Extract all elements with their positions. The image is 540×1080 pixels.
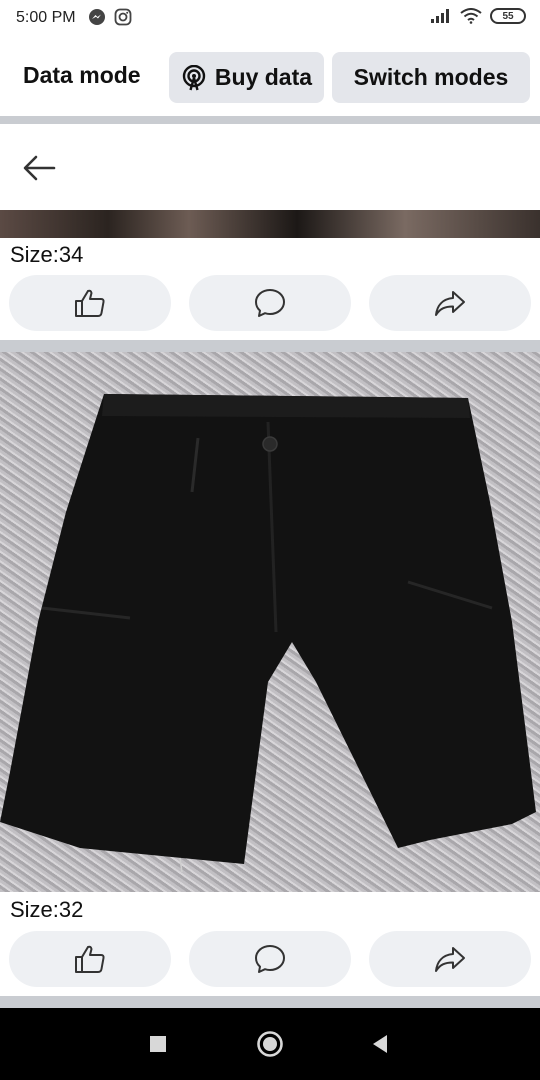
data-mode-bar: Data mode Buy data Switch modes (0, 42, 540, 112)
share-icon (435, 291, 465, 316)
data-mode-title: Data mode (23, 62, 141, 88)
divider (0, 116, 540, 124)
comment-button[interactable] (189, 931, 351, 987)
broadcast-icon (182, 64, 206, 90)
back-button[interactable] (362, 1008, 398, 1080)
post-caption: Size:32 (10, 897, 84, 922)
shorts-image (0, 394, 536, 873)
battery-icon: 55 (490, 8, 526, 24)
home-icon (257, 1031, 283, 1057)
recent-apps-button[interactable] (140, 1008, 176, 1080)
post-actions (0, 931, 540, 987)
recent-apps-icon (150, 1036, 166, 1052)
share-button[interactable] (369, 275, 531, 331)
like-button[interactable] (9, 931, 171, 987)
battery-level: 55 (502, 10, 514, 22)
messenger-icon (89, 9, 105, 25)
share-button[interactable] (369, 931, 531, 987)
status-time: 5:00 PM (16, 9, 76, 26)
home-button[interactable] (252, 1008, 288, 1080)
post-header (0, 124, 540, 210)
system-nav-bar (0, 1008, 540, 1080)
back-icon (373, 1035, 387, 1053)
buy-data-button[interactable]: Buy data (169, 52, 324, 103)
share-icon (435, 947, 465, 972)
comment-icon (255, 289, 285, 317)
like-icon (75, 945, 105, 973)
divider (0, 996, 540, 1008)
comment-button[interactable] (189, 275, 351, 331)
instagram-icon (114, 8, 132, 26)
switch-modes-label: Switch modes (353, 64, 509, 90)
back-arrow-icon[interactable] (20, 152, 58, 184)
post-photo[interactable] (0, 352, 540, 892)
comment-icon (255, 945, 285, 973)
like-icon (75, 289, 105, 317)
like-button[interactable] (9, 275, 171, 331)
buy-data-label: Buy data (214, 64, 313, 90)
status-bar: 5:00 PM 55 (0, 0, 540, 36)
post-caption: Size:34 (10, 242, 84, 267)
post-photo[interactable] (0, 210, 540, 238)
switch-modes-button[interactable]: Switch modes (332, 52, 530, 103)
divider (0, 340, 540, 352)
wifi-icon (460, 8, 482, 24)
signal-icon (431, 9, 449, 23)
post-actions (0, 275, 540, 331)
